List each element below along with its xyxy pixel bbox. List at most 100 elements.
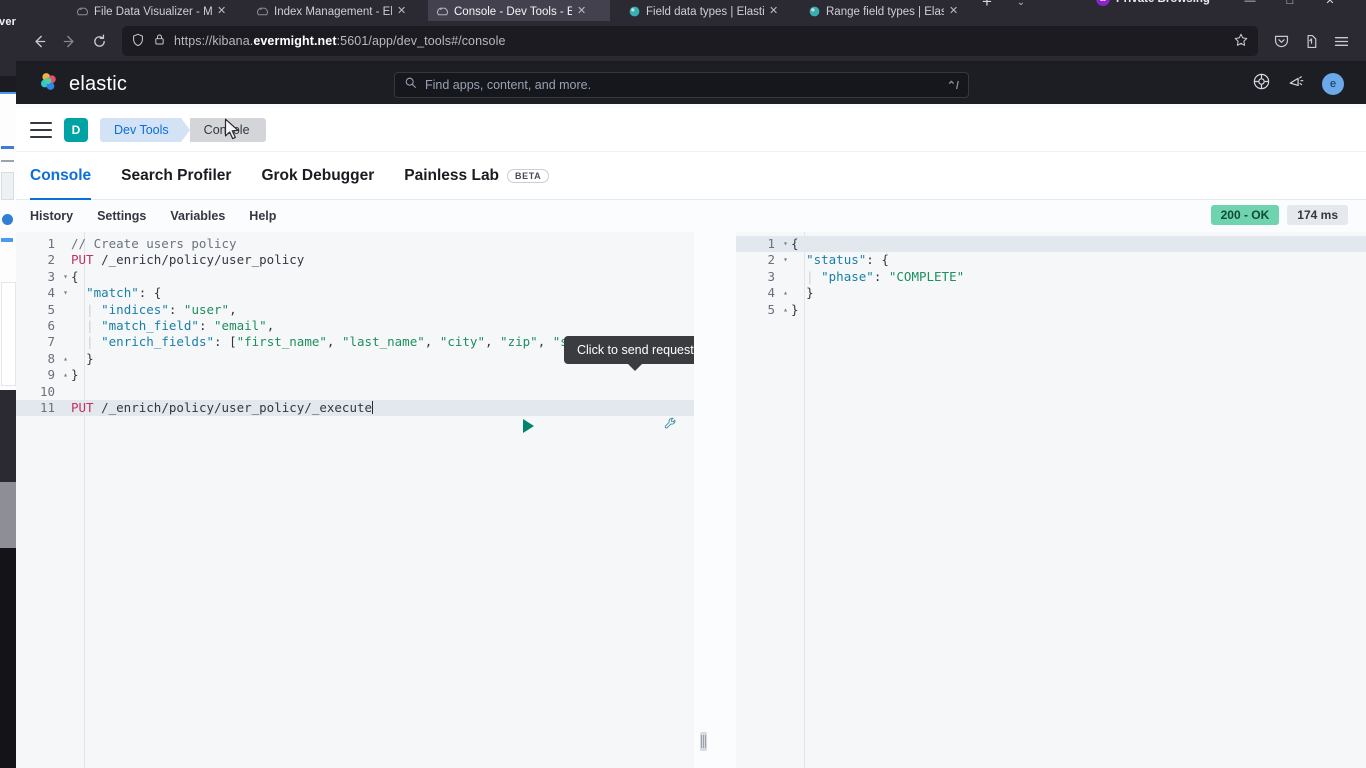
fold-toggle[interactable] (60, 334, 71, 350)
response-viewer[interactable]: 1 ▾ { 2 ▾ "status": { 3 | "phase": "COMP… (736, 232, 1366, 768)
tab-search-profiler[interactable]: Search Profiler (121, 152, 231, 200)
fold-toggle[interactable] (60, 236, 71, 252)
bg-band (0, 390, 16, 482)
code-line: 3 ▾ { (16, 269, 694, 285)
window-close-button[interactable]: ✕ (1318, 0, 1342, 10)
menu-item-help[interactable]: Help (249, 209, 276, 223)
pocket-icon[interactable] (1266, 26, 1296, 56)
close-icon[interactable]: ✕ (397, 5, 406, 18)
space-avatar[interactable]: D (64, 117, 88, 142)
window-maximize-button[interactable]: □ (1278, 0, 1302, 10)
help-icon[interactable] (1252, 72, 1271, 96)
address-bar[interactable]: https://kibana.evermight.net:5601/app/de… (122, 26, 1258, 56)
line-text (71, 384, 694, 400)
line-number: 4 (767, 285, 775, 301)
response-code: 1 ▾ { 2 ▾ "status": { 3 | "phase": "COMP… (736, 232, 1366, 768)
fold-toggle[interactable] (60, 252, 71, 268)
fold-toggle[interactable]: ▴ (60, 367, 71, 383)
browser-tab[interactable]: Index Management - Elas ✕ (248, 0, 420, 21)
fold-toggle[interactable]: ▾ (60, 285, 71, 301)
line-number: 10 (39, 383, 55, 399)
fold-toggle[interactable]: ▴ (780, 302, 791, 318)
browser-tab-title: Index Management - Elas (274, 6, 392, 18)
address-bar-url: https://kibana.evermight.net:5601/app/de… (174, 34, 506, 48)
header-actions: e (1252, 64, 1344, 104)
fold-toggle[interactable] (60, 384, 71, 400)
text-caret (372, 400, 374, 414)
line-number: 5 (47, 301, 55, 317)
close-icon[interactable]: ✕ (217, 5, 226, 18)
fold-toggle[interactable] (60, 318, 71, 334)
browser-tab-strip: File Data Visualizer - Mach ✕ Index Mana… (16, 0, 1366, 21)
fold-toggle[interactable] (780, 269, 791, 285)
global-search-input[interactable]: Find apps, content, and more. ⌃/ (394, 72, 969, 98)
line-text: "match": { (86, 285, 162, 301)
hamburger-menu-icon[interactable] (1326, 26, 1356, 56)
fold-toggle[interactable]: ▾ (780, 236, 791, 252)
fold-toggle[interactable]: ▾ (780, 252, 791, 268)
tab-painless-lab[interactable]: Painless Lab BETA (404, 152, 550, 200)
console-menu-bar: History Settings Variables Help 200 - OK… (16, 200, 1366, 232)
play-request-icon[interactable] (522, 419, 534, 434)
site-lock-icon[interactable] (153, 33, 166, 49)
line-number: 2 (47, 252, 55, 268)
close-icon[interactable]: ✕ (769, 5, 778, 18)
fold-toggle[interactable] (60, 302, 71, 318)
breadcrumb-item-dev-tools[interactable]: Dev Tools (100, 117, 190, 142)
request-code[interactable]: 1 // Create users policy 2 PUT /_enrich/… (16, 232, 694, 768)
browser-tab-title: Range field types | Elastic (826, 6, 944, 18)
private-browsing-indicator: Private Browsing (1096, 0, 1210, 6)
search-shortcut-hint: ⌃/ (946, 79, 959, 92)
pane-gap (694, 232, 736, 768)
fold-toggle[interactable]: ▾ (60, 269, 71, 285)
elastic-tab-icon (628, 5, 641, 18)
request-actions (522, 400, 678, 452)
tab-grok-debugger-label: Grok Debugger (261, 166, 375, 184)
bg-window-label: ver (0, 16, 17, 28)
new-tab-button[interactable]: + (976, 0, 998, 12)
send-request-tooltip: Click to send request (564, 336, 707, 371)
line-number: 6 (47, 317, 55, 333)
account-icon[interactable] (1296, 26, 1326, 56)
breadcrumb-item-console[interactable]: Console (180, 117, 266, 142)
close-icon[interactable]: ✕ (949, 5, 958, 18)
tab-grok-debugger[interactable]: Grok Debugger (261, 152, 374, 200)
code-line: 6 | "match_field": "email", (16, 318, 694, 334)
browser-tab[interactable]: Range field types | Elastic ✕ (800, 0, 972, 21)
wrench-icon[interactable] (543, 400, 678, 452)
avatar[interactable]: e (1322, 73, 1344, 95)
back-arrow-icon[interactable] (24, 26, 54, 56)
bg-titlebar (0, 0, 16, 76)
elastic-logo[interactable]: elastic (38, 71, 127, 98)
hamburger-nav-icon[interactable] (30, 121, 52, 138)
menu-item-variables[interactable]: Variables (170, 209, 225, 223)
browser-tab[interactable]: File Data Visualizer - Mach ✕ (68, 0, 240, 21)
reload-icon[interactable] (84, 26, 114, 56)
tab-console[interactable]: Console (30, 152, 92, 200)
tracking-shield-icon[interactable] (131, 33, 145, 50)
forward-arrow-icon[interactable] (54, 26, 84, 56)
menu-item-history[interactable]: History (30, 209, 73, 223)
close-icon[interactable]: ✕ (577, 5, 586, 18)
announcements-icon[interactable] (1287, 72, 1306, 96)
screen: ver File Data Visualizer - Mach ✕ (0, 0, 1366, 768)
window-minimize-button[interactable]: — (1238, 0, 1262, 10)
fold-toggle[interactable] (60, 400, 71, 416)
list-all-tabs-icon[interactable]: ⌄ (1012, 0, 1030, 12)
line-number: 5 (767, 301, 775, 317)
request-editor[interactable]: 1 // Create users policy 2 PUT /_enrich/… (16, 232, 707, 768)
star-icon[interactable] (1233, 32, 1249, 51)
pane-splitter-handle[interactable] (700, 732, 707, 751)
menu-item-settings[interactable]: Settings (97, 209, 146, 223)
tab-search-profiler-label: Search Profiler (121, 166, 232, 184)
fold-toggle[interactable]: ▴ (780, 285, 791, 301)
code-line: 5 ▴ } (736, 302, 1366, 318)
code-line: 9 ▴ } (16, 367, 694, 383)
line-text: | "match_field": "email", (86, 317, 275, 333)
private-browsing-label: Private Browsing (1116, 0, 1210, 5)
browser-tab[interactable]: Field data types | Elasticse ✕ (620, 0, 792, 21)
browser-tab-active[interactable]: Console - Dev Tools - Elas ✕ (428, 0, 610, 21)
fold-toggle[interactable]: ▴ (60, 351, 71, 367)
browser-tab-title: Console - Dev Tools - Elas (454, 6, 572, 18)
console-panes: 1 // Create users policy 2 PUT /_enrich/… (16, 232, 1366, 768)
